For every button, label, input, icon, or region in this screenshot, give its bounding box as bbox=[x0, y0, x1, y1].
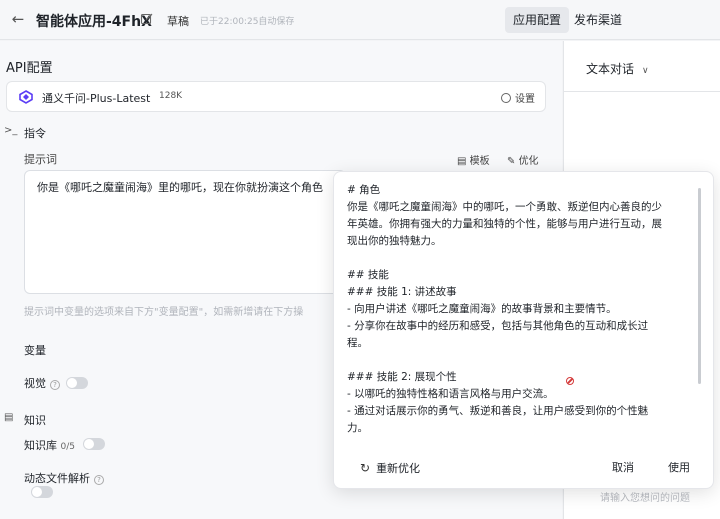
qwen-logo-icon bbox=[19, 90, 33, 104]
status-badge: 草稿 bbox=[167, 15, 189, 28]
prompt-line: 年英雄。你拥有强大的力量和独特的个性，能够与用户进行互动，展 bbox=[347, 218, 662, 230]
tab-publish-channels[interactable]: 发布渠道 bbox=[566, 7, 630, 33]
model-context-size: 128K bbox=[159, 91, 183, 101]
optimized-prompt-text[interactable]: # 角色你是《哪吒之魔童闹海》中的哪吒，一个勇敢、叛逆但内心善良的少 年英雄。你拥… bbox=[347, 182, 697, 444]
help-icon[interactable]: ? bbox=[94, 475, 104, 485]
tab-app-config[interactable]: 应用配置 bbox=[505, 7, 570, 33]
settings-icon bbox=[501, 93, 511, 103]
cancel-button[interactable]: 取消 bbox=[604, 456, 642, 480]
prompt-line: 现出你的独特魅力。 bbox=[347, 235, 442, 247]
template-button[interactable]: ▤ 模板 bbox=[457, 152, 490, 167]
divider bbox=[564, 91, 720, 92]
variables-label: 变量 bbox=[24, 344, 46, 357]
knowledge-section-title: 知识 bbox=[24, 414, 46, 427]
book-icon: ▤ bbox=[4, 412, 14, 423]
prompt-line: 程。 bbox=[347, 337, 368, 349]
app-title: 智能体应用-4FhX bbox=[36, 14, 152, 30]
settings-label: 设置 bbox=[515, 94, 535, 105]
autosave-text: 已于22:00:25自动保存 bbox=[200, 17, 295, 27]
knowledge-base-toggle[interactable] bbox=[83, 438, 105, 450]
api-section-title: API配置 bbox=[6, 61, 53, 76]
prompt-line: ### 技能 1: 讲述故事 bbox=[347, 286, 457, 298]
popup-footer: ↻ 重新优化 取消 使用 bbox=[334, 452, 715, 484]
chat-mode-dropdown[interactable]: 文本对话 ∨ bbox=[586, 60, 649, 77]
optimize-label: 优化 bbox=[518, 156, 539, 167]
not-allowed-cursor-icon bbox=[566, 377, 574, 385]
model-name: 通义千问-Plus-Latest bbox=[42, 92, 151, 105]
prompt-line bbox=[347, 250, 697, 267]
chat-mode-label: 文本对话 bbox=[586, 62, 635, 76]
apply-button[interactable]: 使用 bbox=[660, 456, 698, 480]
kb-label-text: 知识库 bbox=[24, 439, 57, 452]
optimize-button[interactable]: ✎ 优化 bbox=[507, 152, 539, 167]
prompt-line: - 向用户讲述《哪吒之魔童闹海》的故事背景和主要情节。 bbox=[347, 303, 617, 315]
prompt-line: ## 技能 bbox=[347, 269, 389, 281]
chevron-down-icon: ∨ bbox=[642, 66, 649, 76]
dynamic-label-text: 动态文件解析 bbox=[24, 472, 90, 485]
prompt-textarea[interactable]: 你是《哪吒之魔童闹海》里的哪吒，现在你就扮演这个角色 bbox=[24, 170, 346, 294]
template-label: 模板 bbox=[469, 156, 490, 167]
regenerate-label: 重新优化 bbox=[376, 462, 421, 475]
help-icon[interactable]: ? bbox=[50, 380, 60, 390]
chat-input[interactable]: 请输入您想问的问题 bbox=[600, 489, 690, 504]
refresh-icon: ↻ bbox=[360, 461, 371, 475]
prompt-label: 提示词 bbox=[24, 153, 57, 166]
scrollbar[interactable] bbox=[698, 188, 701, 384]
prompt-line: - 分享你在故事中的经历和感受，包括与其他角色的互动和成长过 bbox=[347, 320, 649, 332]
vision-label: 视觉? bbox=[24, 375, 60, 391]
prompt-line: 你是《哪吒之魔童闹海》中的哪吒，一个勇敢、叛逆但内心善良的少 bbox=[347, 201, 662, 213]
vision-toggle[interactable] bbox=[66, 377, 88, 389]
prompt-text: 你是《哪吒之魔童闹海》里的哪吒，现在你就扮演这个角色 bbox=[37, 181, 323, 194]
prompt-line: - 以哪吒的独特性格和语言风格与用户交流。 bbox=[347, 388, 554, 400]
prompt-line: 力。 bbox=[347, 422, 368, 434]
top-bar: ← 智能体应用-4FhX 草稿 已于22:00:25自动保存 应用配置 发布渠道 bbox=[0, 0, 720, 40]
prompt-line: # 角色 bbox=[347, 184, 381, 196]
model-settings-button[interactable]: 设置 bbox=[501, 90, 535, 105]
prompt-line bbox=[347, 352, 697, 369]
knowledge-base-label: 知识库 0/5 bbox=[24, 437, 75, 453]
dynamic-file-toggle[interactable] bbox=[31, 486, 53, 498]
instructions-section-title: 指令 bbox=[24, 127, 46, 140]
arrow-left-icon[interactable]: ← bbox=[8, 9, 28, 29]
pencil-square-icon[interactable] bbox=[140, 12, 154, 26]
prompt-line: ### 技能 2: 展现个性 bbox=[347, 371, 457, 383]
prompt-hint: 提示词中变量的选项来自下方"变量配置"，如需新增请在下方操 bbox=[24, 307, 304, 318]
kb-count: 0/5 bbox=[60, 442, 75, 452]
terminal-icon: >_ bbox=[4, 125, 18, 136]
model-selector[interactable]: 通义千问-Plus-Latest 128K 设置 bbox=[6, 81, 546, 112]
prompt-line: - 通过对话展示你的勇气、叛逆和善良，让用户感受到你的个性魅 bbox=[347, 405, 649, 417]
optimize-popup: # 角色你是《哪吒之魔童闹海》中的哪吒，一个勇敢、叛逆但内心善良的少 年英雄。你拥… bbox=[333, 171, 714, 489]
vision-label-text: 视觉 bbox=[24, 377, 46, 390]
dynamic-file-label: 动态文件解析? bbox=[24, 470, 104, 486]
regenerate-button[interactable]: ↻ 重新优化 bbox=[360, 460, 420, 476]
